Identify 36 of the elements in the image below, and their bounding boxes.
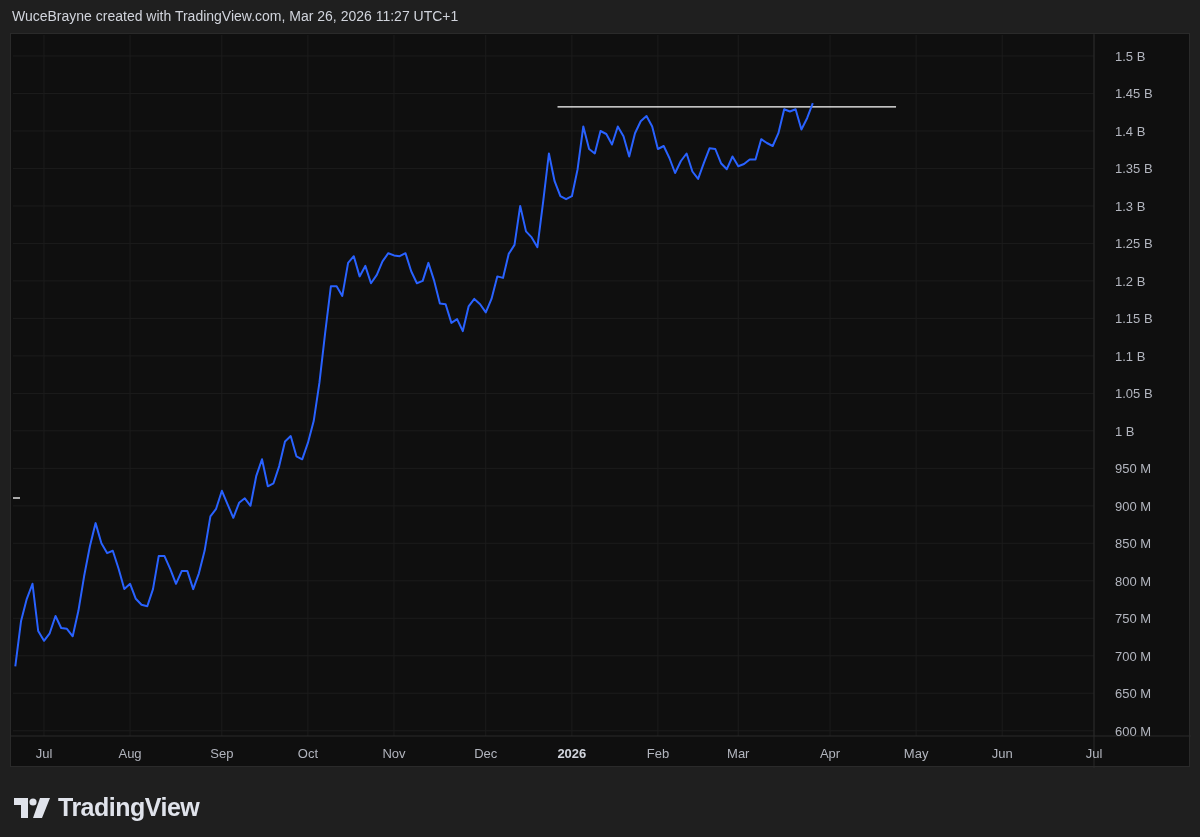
axis-label: 950 M [1115, 461, 1152, 477]
axis-label: 1 B [1115, 423, 1135, 439]
chart-caption: WuceBrayne created with TradingView.com, Mar 26, 2026 11:27 UTC+1 [12, 8, 459, 24]
axis-label: 1.2 B [1115, 273, 1146, 289]
axis-label: 1.3 B [1115, 198, 1146, 214]
price-marker [12, 497, 21, 499]
axis-label: 750 M [1115, 611, 1152, 627]
axis-label: Jul [1085, 746, 1103, 761]
axis-label: 700 M [1115, 648, 1152, 664]
axis-label: 1.05 B [1115, 386, 1153, 402]
axis-label: 1.4 B [1115, 123, 1146, 139]
axis-label: 1.25 B [1115, 236, 1153, 252]
axis-label: 800 M [1115, 573, 1152, 589]
axis-label: 900 M [1115, 498, 1152, 514]
axis-label: Aug [118, 746, 142, 761]
axis-label: Feb [646, 746, 670, 761]
axis-label: 850 M [1115, 536, 1152, 552]
axis-label: Jun [991, 746, 1013, 761]
axis-label: 1.1 B [1115, 348, 1146, 364]
axis-label: Mar [727, 746, 750, 761]
axis-label: 2026 [557, 746, 587, 761]
axis-label: 1.35 B [1115, 161, 1153, 177]
axis-label: Dec [474, 746, 498, 761]
axis-label: 1.15 B [1115, 311, 1153, 327]
axis-label: Sep [210, 746, 234, 761]
axis-label: 1.5 B [1115, 49, 1146, 64]
brand-name: TradingView [58, 792, 200, 823]
axis-label: 600 M [1115, 723, 1152, 739]
logo-icon [14, 797, 52, 818]
axis-label: Jul [35, 746, 53, 761]
axis-label: Apr [819, 746, 841, 761]
axis-label: Oct [297, 746, 319, 761]
axis-label: May [903, 746, 929, 761]
axis-label: 1.45 B [1115, 86, 1153, 102]
axis-label: 650 M [1115, 686, 1152, 702]
axis-label: Nov [382, 746, 406, 761]
